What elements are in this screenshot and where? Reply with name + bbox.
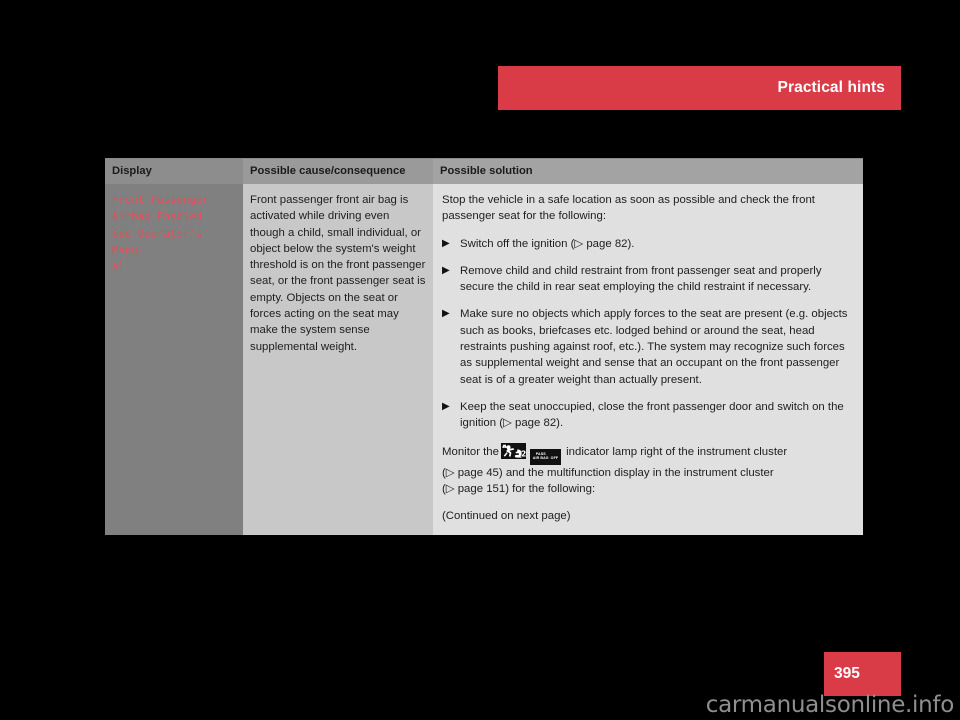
table-header-row: Display Possible cause/consequence Possi…: [105, 159, 863, 184]
monitor-pre-text: Monitor the: [442, 445, 499, 458]
cause-text: Front passenger front air bag is activat…: [250, 194, 426, 353]
page-title: Practical hints: [777, 79, 885, 96]
pass-label-line2: AIR BAG: [532, 455, 549, 460]
display-message-line: Airbag Enabled: [112, 210, 203, 223]
watermark: carmanualsonline.info: [705, 692, 955, 718]
solution-bullet-list: ▶ Switch off the ignition (▷ page 82). ▶ Re…: [442, 236, 849, 432]
bullet-text: Keep the seat unoccupied, close the fron…: [460, 400, 844, 430]
pass-label-off: OFF: [550, 456, 559, 461]
page-header-bar: Practical hints: [498, 66, 901, 110]
bullet-marker-icon: ▶: [442, 400, 450, 412]
bullet-marker-icon: ▶: [442, 237, 450, 249]
display-message-line: Front Passenger: [112, 194, 209, 206]
column-header-cause: Possible cause/consequence: [243, 159, 433, 184]
bullet-text: Remove child and child restraint from fr…: [460, 264, 822, 294]
solution-bullet: ▶ Switch off the ignition (▷ page 82).: [442, 236, 849, 252]
monitor-line2: (▷ page 45) and the multifunction displa…: [442, 466, 774, 479]
display-message-line: See Operator's Manu-: [112, 227, 203, 257]
solution-bullet: ▶ Remove child and child restraint from f…: [442, 263, 849, 296]
solution-intro: Stop the vehicle in a safe location as s…: [442, 194, 815, 223]
cell-solution: Stop the vehicle in a safe location as s…: [433, 184, 863, 535]
bullet-text: Make sure no objects which apply forces …: [460, 308, 848, 386]
page-number: 395: [834, 665, 860, 682]
pass-air-bag-off-icon: PASS AIR BAG OFF: [529, 448, 561, 465]
cell-display-message: Front Passenger Airbag Enabled See Operato…: [105, 184, 243, 535]
child-seat-airbag-icon: 2: [500, 442, 526, 459]
column-header-solution: Possible solution: [433, 159, 863, 184]
table-row: Front Passenger Airbag Enabled See Operato…: [105, 184, 863, 535]
manual-page: Practical hints Display Possible cause/c…: [0, 0, 960, 720]
troubleshooting-table: Display Possible cause/consequence Possi…: [105, 158, 863, 535]
display-message-line: al: [112, 261, 125, 274]
solution-bullet: ▶ Make sure no objects which apply forces…: [442, 306, 849, 387]
column-header-display: Display: [105, 159, 243, 184]
svg-text:2: 2: [521, 449, 526, 458]
continued-note: (Continued on next page): [442, 510, 571, 523]
monitor-post-text: indicator lamp right of the instrument c…: [566, 445, 788, 458]
monitor-line3: (▷ page 151) for the following:: [442, 483, 596, 496]
page-number-badge: 395: [824, 652, 901, 696]
bullet-marker-icon: ▶: [442, 308, 450, 320]
cell-cause: Front passenger front air bag is activat…: [243, 184, 433, 535]
bullet-text: Switch off the ignition (▷ page 82).: [460, 237, 635, 250]
monitor-paragraph: Monitor the 2 PASS AIR BAG OFF indicator…: [442, 442, 849, 498]
solution-bullet: ▶ Keep the seat unoccupied, close the fro…: [442, 399, 849, 432]
display-message-text: Front Passenger Airbag Enabled See Operato…: [112, 192, 236, 276]
bullet-marker-icon: ▶: [442, 264, 450, 276]
